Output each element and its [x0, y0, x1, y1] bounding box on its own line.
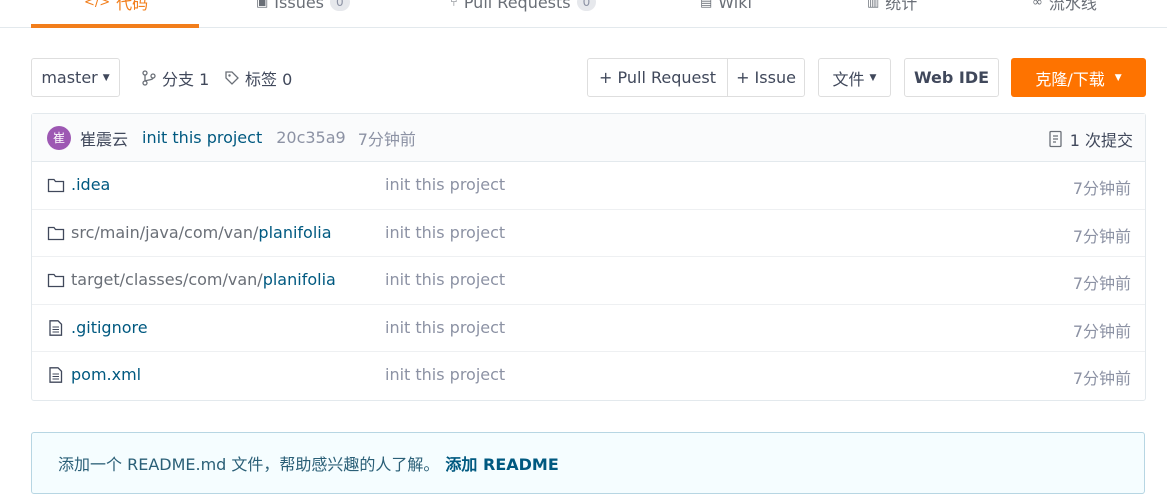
issues-count-badge: 0 [330, 0, 350, 11]
file-menu-label: 文件 [832, 69, 865, 89]
tags-link[interactable]: 标签 0 [224, 67, 292, 89]
tab-label: Pull Requests [463, 0, 571, 12]
tag-icon [225, 71, 239, 85]
commit-time: 7分钟前 [357, 129, 416, 149]
active-tab-indicator [31, 24, 199, 28]
file-name[interactable]: .gitignore [71, 318, 148, 337]
chevron-down-icon: ▼ [102, 72, 110, 83]
create-button-group: + Pull Request + Issue [587, 58, 805, 97]
tab-label: 代码 [116, 0, 149, 13]
file-menu-button[interactable]: 文件 ▼ [818, 58, 891, 97]
pipeline-icon: ∞ [1032, 0, 1043, 10]
file-commit-time: 7分钟前 [1072, 179, 1131, 198]
file-row[interactable]: pom.xml init this project 7分钟前 [32, 352, 1145, 400]
clone-download-button[interactable]: 克隆/下载 ▼ [1011, 58, 1146, 97]
add-readme-link[interactable]: 添加 README [445, 451, 558, 475]
file-row[interactable]: target/classes/com/van/planifolia init t… [32, 257, 1145, 305]
tab-wiki[interactable]: ▤ Wiki [700, 0, 752, 14]
avatar[interactable]: 崔 [47, 125, 71, 150]
tab-label: Issues [274, 0, 325, 12]
commit-sha[interactable]: 20c35a9 [276, 128, 346, 147]
tab-label: 流水线 [1048, 0, 1097, 13]
chevron-down-icon: ▼ [1114, 72, 1122, 83]
file-name[interactable]: pom.xml [71, 365, 141, 384]
file-commit-message[interactable]: init this project [385, 365, 505, 384]
clone-download-label: 克隆/下载 [1035, 69, 1105, 89]
branch-icon [142, 70, 156, 86]
file-commit-time: 7分钟前 [1072, 321, 1131, 341]
readme-notice-text: 添加一个 README.md 文件，帮助感兴趣的人了解。 [58, 455, 440, 474]
file-commit-message[interactable]: init this project [385, 318, 505, 337]
readme-notice: 添加一个 README.md 文件，帮助感兴趣的人了解。 添加 README [31, 432, 1145, 494]
repo-toolbar: master ▼ 分支 1 标签 0 + Pull Request + Issu… [0, 58, 1167, 98]
file-commit-time: 7分钟前 [1072, 274, 1131, 293]
tab-label: 统计 [885, 0, 918, 13]
wiki-icon: ▤ [700, 0, 713, 10]
stats-icon: ▥ [867, 0, 880, 10]
folder-icon [47, 178, 65, 193]
tab-code[interactable]: </> 代码 [84, 0, 148, 14]
folder-icon [47, 273, 65, 288]
folder-icon [47, 226, 65, 240]
pull-requests-count-badge: 0 [576, 0, 597, 11]
file-commit-time: 7分钟前 [1072, 369, 1131, 388]
tags-label: 标签 0 [245, 70, 293, 89]
repo-tab-bar: </> 代码 ▣ Issues 0 ⑂ Pull Requests 0 ▤ Wi… [0, 0, 1167, 28]
file-commit-message[interactable]: init this project [385, 270, 505, 289]
branch-name: master [41, 68, 98, 87]
new-issue-button[interactable]: + Issue [727, 59, 804, 96]
file-name[interactable]: target/classes/com/van/planifolia [71, 270, 336, 289]
file-list: 崔 崔震云 init this project 20c35a9 7分钟前 1 次… [31, 113, 1146, 401]
branch-select[interactable]: master ▼ [31, 58, 120, 97]
tab-stats[interactable]: ▥ 统计 [867, 0, 917, 14]
file-row[interactable]: .gitignore init this project 7分钟前 [32, 305, 1145, 352]
file-commit-time: 7分钟前 [1072, 226, 1131, 246]
file-row[interactable]: .idea init this project 7分钟前 [32, 162, 1145, 210]
latest-commit-bar: 崔 崔震云 init this project 20c35a9 7分钟前 1 次… [32, 114, 1145, 162]
file-name[interactable]: src/main/java/com/van/planifolia [71, 223, 332, 242]
tab-pull-requests[interactable]: ⑂ Pull Requests 0 [450, 0, 597, 14]
branches-label: 分支 1 [162, 70, 210, 89]
chevron-down-icon: ▼ [869, 72, 877, 83]
tab-issues[interactable]: ▣ Issues 0 [256, 0, 350, 14]
commits-count-link[interactable]: 1 次提交 [1048, 127, 1133, 151]
file-icon [49, 319, 63, 336]
file-commit-message[interactable]: init this project [385, 223, 505, 242]
code-icon: </> [84, 0, 111, 10]
file-commit-message[interactable]: init this project [385, 175, 505, 194]
issues-icon: ▣ [256, 0, 269, 10]
new-pull-request-button[interactable]: + Pull Request [588, 59, 727, 96]
file-row[interactable]: src/main/java/com/van/planifolia init th… [32, 210, 1145, 257]
tab-pipeline[interactable]: ∞ 流水线 [1032, 0, 1097, 14]
commit-history-icon [1049, 130, 1062, 148]
web-ide-button[interactable]: Web IDE [904, 58, 999, 97]
commits-count-label: 1 次提交 [1069, 131, 1133, 150]
file-name[interactable]: .idea [71, 175, 110, 194]
commit-message[interactable]: init this project [142, 128, 262, 147]
pull-request-icon: ⑂ [450, 0, 458, 10]
tab-label: Wiki [718, 0, 752, 12]
branches-link[interactable]: 分支 1 [141, 67, 209, 89]
commit-author[interactable]: 崔震云 [80, 126, 128, 150]
file-icon [49, 367, 63, 383]
